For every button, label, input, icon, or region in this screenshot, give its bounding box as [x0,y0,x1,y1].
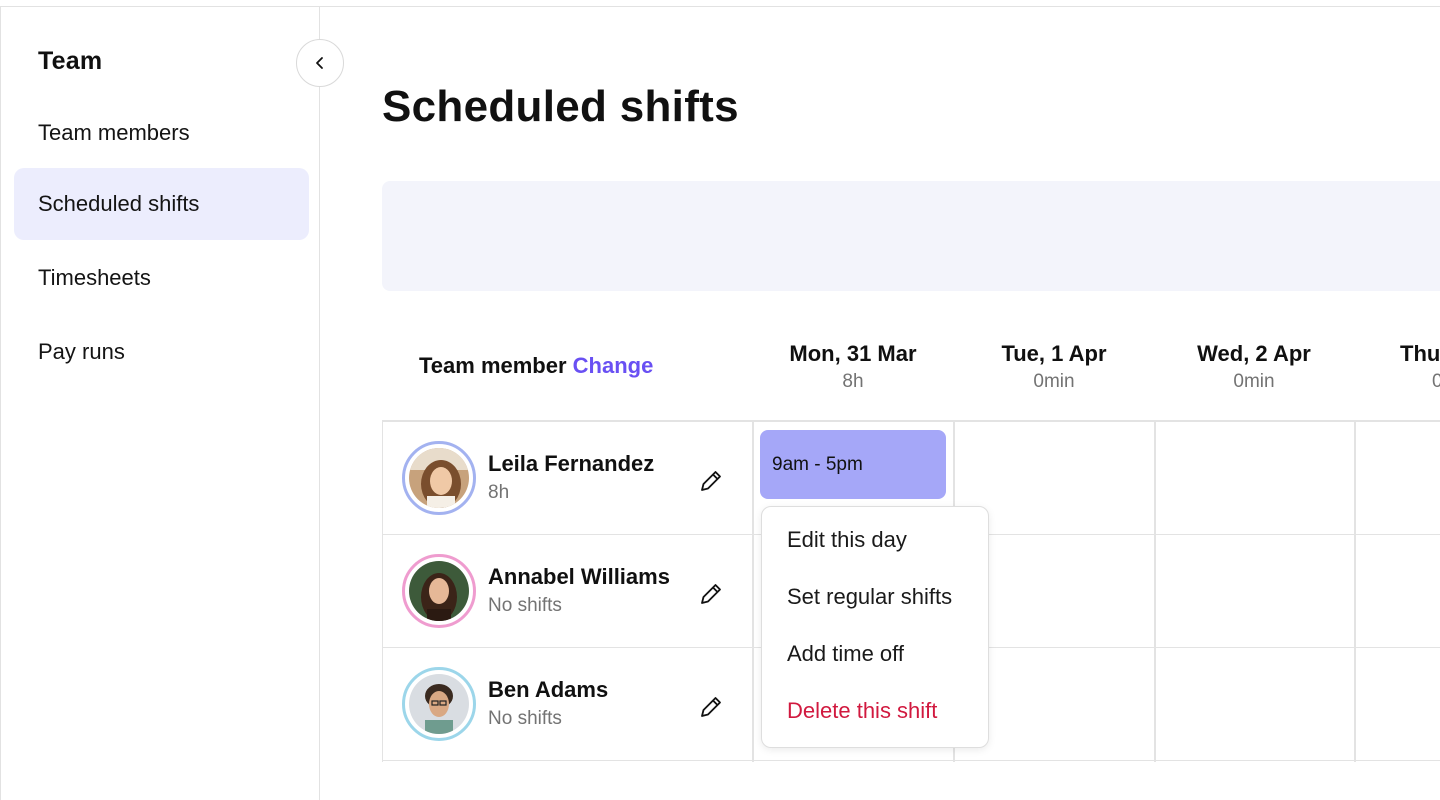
info-banner [382,181,1440,291]
day-header-mon: Mon, 31 Mar 8h [753,341,953,393]
member-hours: 8h [488,482,510,503]
day-header-thu: Thu 0 [1354,341,1440,393]
member-name: Annabel Williams [488,564,670,589]
sidebar-item-label: Team members [38,120,190,145]
member-name: Ben Adams [488,677,609,702]
avatar[interactable] [402,441,476,515]
sidebar-item-label: Scheduled shifts [38,191,200,216]
pencil-icon[interactable] [697,580,725,608]
chevron-left-icon [316,57,323,69]
member-name: Leila Fernandez [488,451,655,476]
sidebar-item-scheduled-shifts[interactable]: Scheduled shifts [14,168,309,240]
menu-item-delete-shift[interactable]: Delete this shift [787,698,937,724]
collapse-sidebar-button[interactable] [296,39,344,87]
avatar[interactable] [402,554,476,628]
sidebar-item-team-members[interactable]: Team members [14,97,309,169]
change-link[interactable]: Change [573,353,654,378]
main-content: Scheduled shifts Team member Change Mon,… [322,7,1440,800]
shift-context-menu: Edit this day Set regular shifts Add tim… [761,506,989,748]
day-label: Tue, 1 Apr [1001,341,1107,366]
team-member-header-label: Team member [419,353,567,378]
day-hours: 0min [1033,371,1075,392]
menu-item-add-time-off[interactable]: Add time off [787,641,904,667]
member-hours: No shifts [488,708,562,729]
day-hours: 0 [1432,371,1440,392]
sidebar-item-timesheets[interactable]: Timesheets [14,242,309,314]
pencil-icon[interactable] [697,467,725,495]
shift-time: 9am - 5pm [772,453,863,475]
day-label: Mon, 31 Mar [789,341,917,366]
shift-block[interactable]: 9am - 5pm [760,430,946,499]
menu-item-set-regular-shifts[interactable]: Set regular shifts [787,584,952,610]
day-hours: 0min [1233,371,1275,392]
avatar-photo [409,674,469,734]
sidebar: Team Team members Scheduled shifts Times… [0,7,344,800]
day-hours: 8h [842,371,864,392]
team-member-header: Team member Change [419,353,653,379]
pencil-icon[interactable] [697,693,725,721]
sidebar-item-pay-runs[interactable]: Pay runs [14,316,309,388]
sidebar-title: Team [38,47,103,75]
avatar[interactable] [402,667,476,741]
day-label: Wed, 2 Apr [1197,341,1311,366]
day-header-wed: Wed, 2 Apr 0min [1154,341,1354,393]
day-label: Thu [1400,341,1440,366]
sidebar-item-label: Timesheets [38,265,151,290]
menu-item-edit-day[interactable]: Edit this day [787,527,907,553]
page-title: Scheduled shifts [382,82,739,131]
day-header-tue: Tue, 1 Apr 0min [954,341,1154,393]
avatar-photo [409,448,469,508]
sidebar-item-label: Pay runs [38,339,125,364]
avatar-photo [409,561,469,621]
member-hours: No shifts [488,595,562,616]
